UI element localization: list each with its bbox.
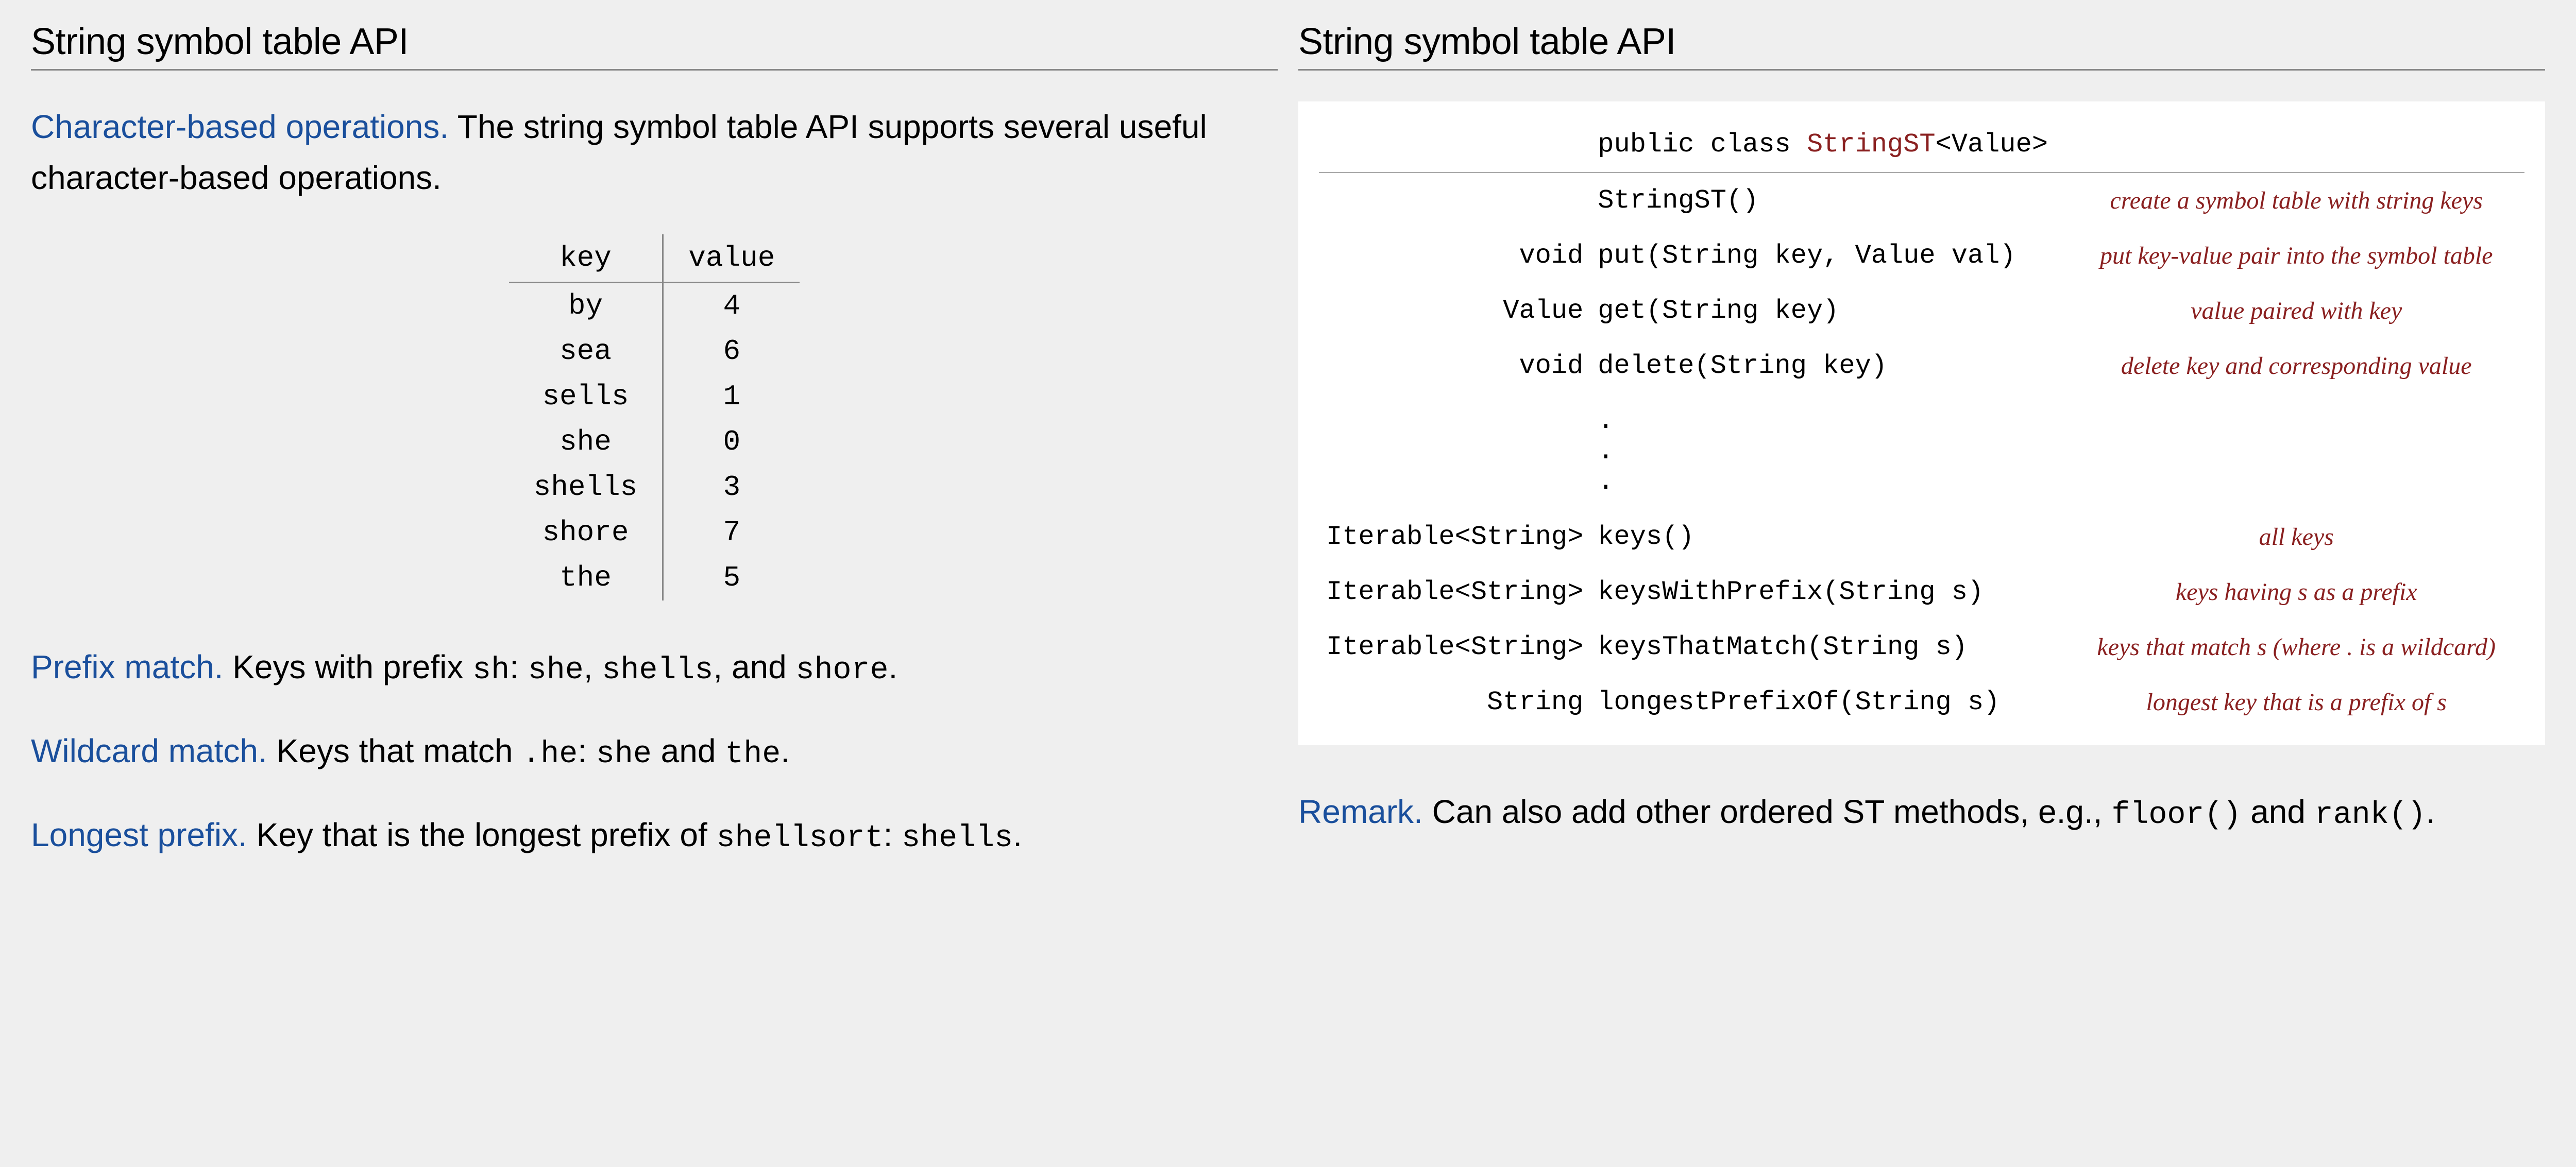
kv-key: by: [509, 283, 663, 329]
api-return-type: [1319, 173, 1590, 228]
kv-key: shells: [509, 465, 663, 510]
api-signature: StringST(): [1590, 173, 2068, 228]
api-vdots-row: . . .: [1319, 393, 2524, 509]
api-row: Iterable<String>keys()all keys: [1319, 509, 2524, 564]
api-description: create a symbol table with string keys: [2068, 173, 2524, 228]
longest-lead: Longest prefix.: [31, 816, 247, 853]
wildcard-paragraph: Wildcard match. Keys that match .he: she…: [31, 726, 1278, 779]
api-signature: get(String key): [1590, 283, 2068, 338]
wildcard-lead: Wildcard match.: [31, 732, 267, 769]
api-description: keys having s as a prefix: [2068, 564, 2524, 620]
api-row: StringST()create a symbol table with str…: [1319, 173, 2524, 228]
api-signature: put(String key, Value val): [1590, 228, 2068, 283]
intro-paragraph: Character-based operations. The string s…: [31, 101, 1278, 203]
longest-paragraph: Longest prefix. Key that is the longest …: [31, 810, 1278, 863]
kv-value: 1: [663, 374, 800, 419]
table-row: sells1: [509, 374, 800, 419]
api-return-type: Iterable<String>: [1319, 564, 1590, 620]
left-rule: [31, 69, 1278, 71]
table-row: the5: [509, 555, 800, 600]
api-return-type: String: [1319, 675, 1590, 730]
intro-lead: Character-based operations.: [31, 108, 449, 145]
prefix-paragraph: Prefix match. Keys with prefix sh: she, …: [31, 642, 1278, 695]
api-return-type: Value: [1319, 283, 1590, 338]
right-rule: [1298, 69, 2545, 71]
kv-value: 5: [663, 555, 800, 600]
api-description: keys that match s (where . is a wildcard…: [2068, 620, 2524, 675]
kv-key: sells: [509, 374, 663, 419]
api-table: public class StringST<Value> StringST()c…: [1319, 117, 2524, 730]
api-row: Valueget(String key)value paired with ke…: [1319, 283, 2524, 338]
api-head: public class StringST<Value>: [1590, 117, 2524, 173]
api-row: voidput(String key, Value val)put key-va…: [1319, 228, 2524, 283]
prefix-lead: Prefix match.: [31, 648, 223, 685]
remark-lead: Remark.: [1298, 793, 1423, 830]
table-row: she0: [509, 419, 800, 465]
right-title: String symbol table API: [1298, 21, 2545, 63]
kv-header-value: value: [663, 234, 800, 283]
api-description: all keys: [2068, 509, 2524, 564]
api-description: put key-value pair into the symbol table: [2068, 228, 2524, 283]
kv-key: the: [509, 555, 663, 600]
kv-value: 3: [663, 465, 800, 510]
api-row: Iterable<String>keysWithPrefix(String s)…: [1319, 564, 2524, 620]
table-row: by4: [509, 283, 800, 329]
kv-key: sea: [509, 329, 663, 374]
api-row: Iterable<String>keysThatMatch(String s)k…: [1319, 620, 2524, 675]
api-head-row: public class StringST<Value>: [1319, 117, 2524, 173]
right-slide: String symbol table API public class Str…: [1298, 21, 2545, 894]
api-signature: delete(String key): [1590, 338, 2068, 393]
kv-value: 0: [663, 419, 800, 465]
api-return-type: Iterable<String>: [1319, 509, 1590, 564]
kv-header-key: key: [509, 234, 663, 283]
api-return-type: void: [1319, 338, 1590, 393]
kv-value: 7: [663, 510, 800, 555]
api-row: voiddelete(String key)delete key and cor…: [1319, 338, 2524, 393]
left-title: String symbol table API: [31, 21, 1278, 63]
left-slide: String symbol table API Character-based …: [31, 21, 1278, 894]
api-description: delete key and corresponding value: [2068, 338, 2524, 393]
api-return-type: void: [1319, 228, 1590, 283]
kv-table: key value by4sea6sells1she0shells3shore7…: [509, 234, 800, 600]
table-row: shells3: [509, 465, 800, 510]
api-box: public class StringST<Value> StringST()c…: [1298, 101, 2545, 745]
api-row: StringlongestPrefixOf(String s)longest k…: [1319, 675, 2524, 730]
kv-key: shore: [509, 510, 663, 555]
table-row: shore7: [509, 510, 800, 555]
api-description: value paired with key: [2068, 283, 2524, 338]
remark-paragraph: Remark. Can also add other ordered ST me…: [1298, 786, 2545, 839]
vertical-ellipsis-icon: . . .: [1598, 406, 1614, 497]
api-return-type: Iterable<String>: [1319, 620, 1590, 675]
api-signature: longestPrefixOf(String s): [1590, 675, 2068, 730]
api-signature: keysWithPrefix(String s): [1590, 564, 2068, 620]
api-signature: keysThatMatch(String s): [1590, 620, 2068, 675]
kv-header-row: key value: [509, 234, 800, 283]
api-description: longest key that is a prefix of s: [2068, 675, 2524, 730]
page: String symbol table API Character-based …: [0, 0, 2576, 914]
kv-value: 4: [663, 283, 800, 329]
kv-value: 6: [663, 329, 800, 374]
kv-key: she: [509, 419, 663, 465]
table-row: sea6: [509, 329, 800, 374]
api-signature: keys(): [1590, 509, 2068, 564]
